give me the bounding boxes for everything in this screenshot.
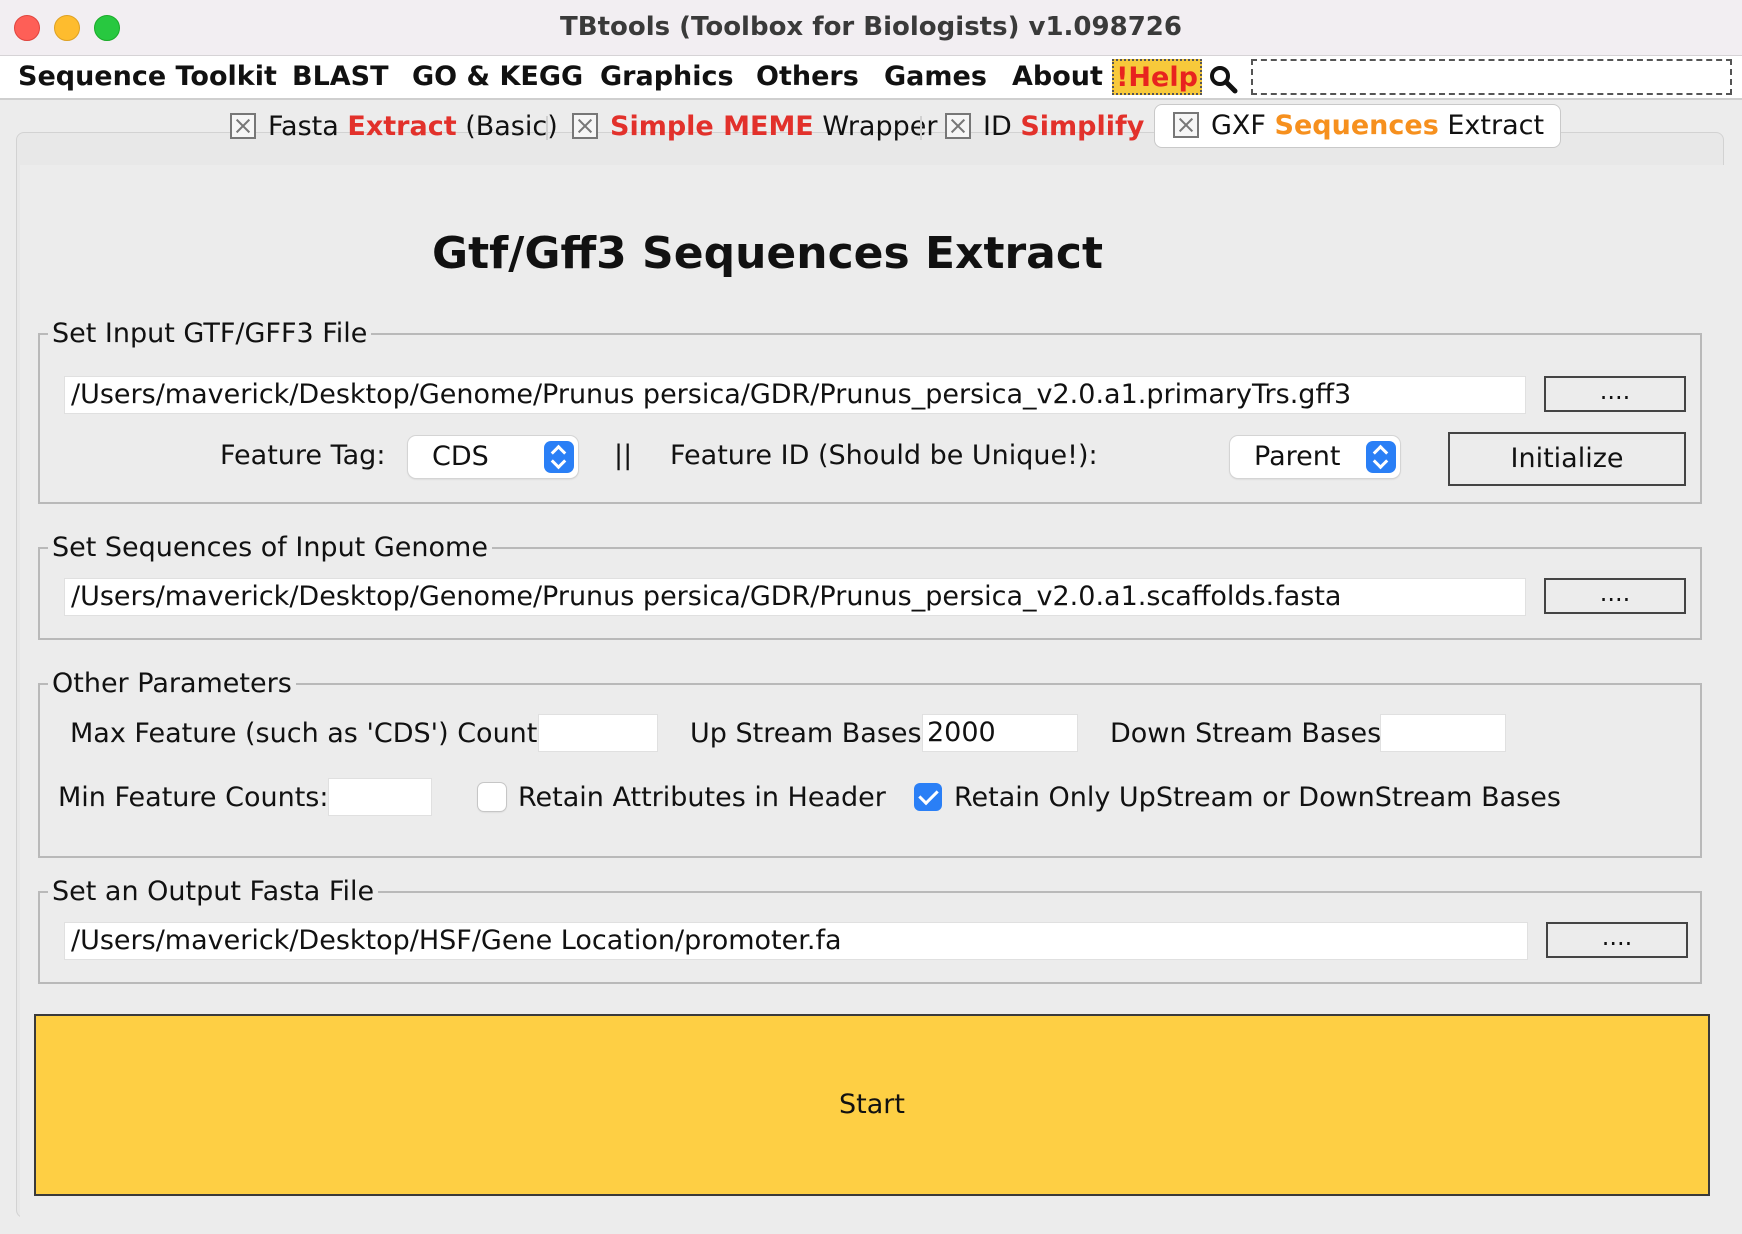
tab-label: (Basic) [456,111,558,142]
tab-label: ID [983,111,1021,142]
select-arrows-icon [544,441,574,473]
output-browse-button[interactable]: .... [1546,922,1688,958]
window-title: TBtools (Toolbox for Biologists) v1.0987… [560,12,1182,42]
retain-only-label: Retain Only UpStream or DownStream Bases [954,782,1561,813]
tab-gxf-sequences-extract[interactable]: GXF Sequences Extract [1154,104,1562,148]
menu-go-kegg[interactable]: GO & KEGG [412,60,583,94]
feature-id-select[interactable]: Parent [1230,436,1400,478]
menu-games[interactable]: Games [884,60,987,94]
tab-simple-meme-wrapper[interactable]: Simple MEME Wrapper [572,106,937,150]
menu-sequence-toolkit[interactable]: Sequence Toolkit [18,60,277,94]
initialize-button[interactable]: Initialize [1448,432,1686,486]
tab-label-highlight: Simplify [1020,111,1145,142]
tab-label: Wrapper [813,111,938,142]
separator-text: || [614,440,633,471]
search-icon[interactable] [1208,64,1238,94]
input-gff-legend: Set Input GTF/GFF3 File [52,318,368,349]
close-tab-icon[interactable] [945,112,971,139]
max-feature-input[interactable] [538,714,658,752]
genome-path-field[interactable]: /Users/maverick/Desktop/Genome/Prunus pe… [64,578,1526,616]
start-button[interactable]: Start [34,1014,1710,1196]
feature-tag-select[interactable]: CDS [408,436,578,478]
menu-bar: Sequence Toolkit BLAST GO & KEGG Graphic… [0,56,1742,100]
tab-label: Fasta [268,111,348,142]
feature-id-label: Feature ID (Should be Unique!): [670,440,1098,471]
downstream-input[interactable] [1380,714,1506,752]
title-bar: TBtools (Toolbox for Biologists) v1.0987… [0,0,1742,56]
retain-attributes-label: Retain Attributes in Header [518,782,886,813]
tab-fasta-extract[interactable]: Fasta Extract (Basic) [230,106,558,150]
feature-tag-value: CDS [432,441,489,472]
select-arrows-icon [1366,441,1396,473]
search-input[interactable] [1251,59,1732,95]
output-legend: Set an Output Fasta File [52,876,375,907]
upstream-label: Up Stream Bases: [690,718,931,749]
tab-id-simplify[interactable]: ID Simplify [945,106,1144,150]
menu-blast[interactable]: BLAST [292,60,389,94]
retain-attributes-checkbox[interactable] [478,783,506,811]
min-feature-input[interactable] [328,778,432,816]
help-menu-button[interactable]: !Help [1112,59,1202,95]
genome-browse-button[interactable]: .... [1544,578,1686,614]
genome-legend: Set Sequences of Input Genome [52,532,488,563]
menu-others[interactable]: Others [756,60,859,94]
min-feature-label: Min Feature Counts: [58,782,329,813]
feature-tag-label: Feature Tag: [220,440,386,471]
tab-label-highlight: Simple MEME [610,111,814,142]
close-tab-icon[interactable] [572,112,598,139]
page-title: Gtf/Gff3 Sequences Extract [432,228,1103,279]
max-feature-label: Max Feature (such as 'CDS') Counts: [70,718,561,749]
tab-label: GXF [1211,110,1275,141]
input-gff-browse-button[interactable]: .... [1544,376,1686,412]
feature-id-value: Parent [1254,441,1341,472]
other-params-legend: Other Parameters [52,668,292,699]
other-params-group: Other Parameters [38,668,1702,858]
output-path-field[interactable]: /Users/maverick/Desktop/HSF/Gene Locatio… [64,922,1528,960]
upstream-input[interactable]: 2000 [922,714,1078,752]
retain-only-checkbox[interactable] [914,783,942,811]
menu-about[interactable]: About [1012,60,1103,94]
tab-separator [920,116,922,140]
tab-label: Extract [1438,110,1545,141]
tab-label-highlight: Extract [347,111,457,142]
close-tab-icon[interactable] [230,112,256,139]
tab-label-highlight: Sequences [1274,110,1439,141]
downstream-label: Down Stream Bases: [1110,718,1391,749]
input-gff-path-field[interactable]: /Users/maverick/Desktop/Genome/Prunus pe… [64,376,1526,414]
close-tab-icon[interactable] [1173,111,1199,138]
tab-separator [546,116,548,140]
menu-graphics[interactable]: Graphics [600,60,734,94]
